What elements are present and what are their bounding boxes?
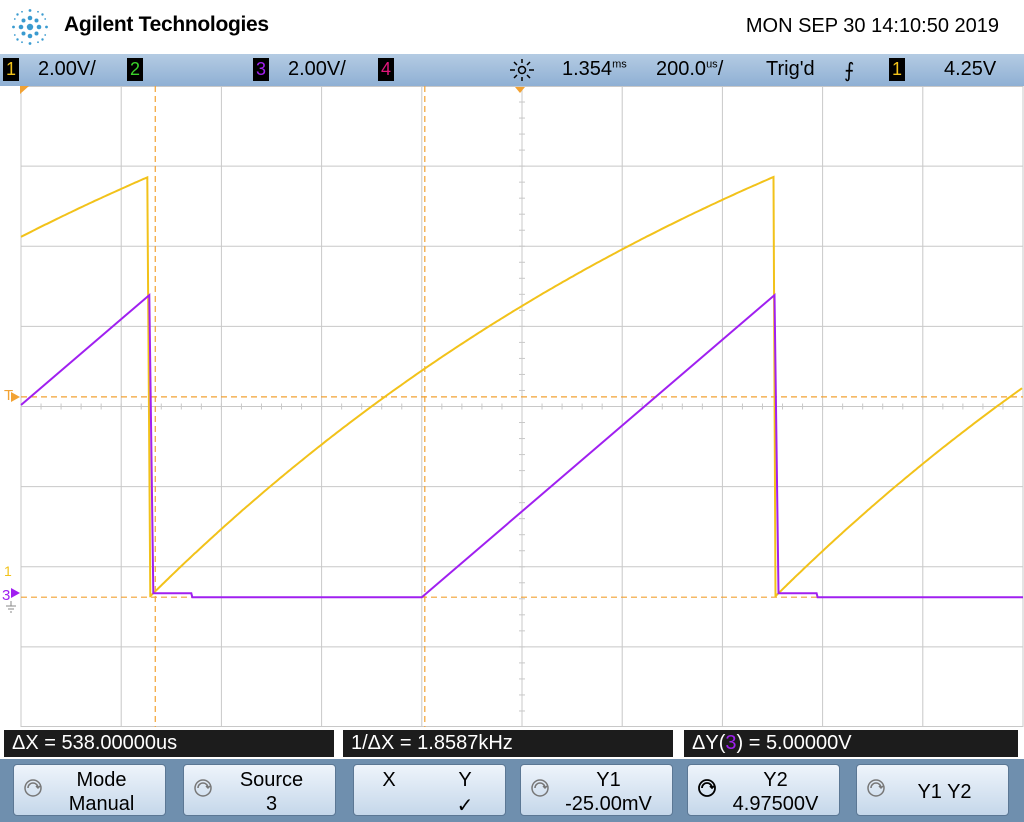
ch3-badge[interactable]: 3 [253, 58, 269, 81]
y1-y2-softkey[interactable]: Y1 Y2 [856, 764, 1009, 816]
ch3-ground-marker: 3 [2, 587, 10, 604]
timebase-readout: 200.0us/ [656, 58, 724, 80]
y2-cursor-softkey[interactable]: Y2 4.97500V [687, 764, 840, 816]
trigger-source-badge[interactable]: 1 [889, 58, 905, 81]
y1-cursor-softkey[interactable]: Y1 -25.00mV [520, 764, 673, 816]
channel-markers: T 1 3 [2, 86, 525, 613]
delta-y-readout: ΔY(3) = 5.00000V [684, 730, 1018, 757]
delta-x-readout: ΔX = 538.00000us [4, 730, 334, 757]
ch3-ground-arrow-icon [11, 588, 20, 598]
graticule-grid [20, 86, 1024, 727]
ch4-badge[interactable]: 4 [378, 58, 394, 81]
brand-name: Agilent Technologies [64, 13, 269, 36]
waveform-graticule: T 1 3 [2, 86, 1024, 727]
date-time: MON SEP 30 14:10:50 2019 [745, 15, 999, 37]
trigger-level: 4.25V [944, 58, 997, 80]
softkey-bar: Mode Manual Source 3 X Y ✓ Y1 -25.00mV Y… [0, 759, 1024, 822]
header-bar: Agilent Technologies MON SEP 30 14:10:50… [0, 0, 1024, 54]
ch1-scale: 2.00V/ [38, 58, 96, 80]
ch1-ground-marker: 1 [4, 563, 12, 579]
waveform-display[interactable]: T 1 3 [0, 86, 1024, 727]
delay-marker-icon [515, 87, 525, 93]
inverse-delta-x-readout: 1/ΔX = 1.8587kHz [343, 730, 673, 757]
source-softkey[interactable]: Source 3 [183, 764, 336, 816]
cursor-readouts: ΔX = 538.00000us 1/ΔX = 1.8587kHz ΔY(3) … [0, 727, 1024, 759]
ch2-badge[interactable]: 2 [127, 58, 143, 81]
trigger-level-arrow-icon [11, 392, 20, 402]
trigger-slope-rising-icon: ⨍ [844, 60, 855, 82]
ch3-scale: 2.00V/ [288, 58, 346, 80]
mode-softkey[interactable]: Mode Manual [13, 764, 166, 816]
xy-cursor-softkey[interactable]: X Y ✓ [353, 764, 506, 817]
check-icon: ✓ [456, 795, 474, 817]
agilent-spark-logo-icon [12, 9, 48, 45]
delay-readout: 1.354ms [562, 58, 627, 80]
ch1-badge[interactable]: 1 [3, 58, 19, 81]
status-bar: 1 2.00V/ 2 3 2.00V/ 4 1.354ms 200.0us/ T… [0, 54, 1024, 86]
trigger-state: Trig'd [766, 58, 815, 80]
delay-sunburst-icon [510, 59, 534, 81]
